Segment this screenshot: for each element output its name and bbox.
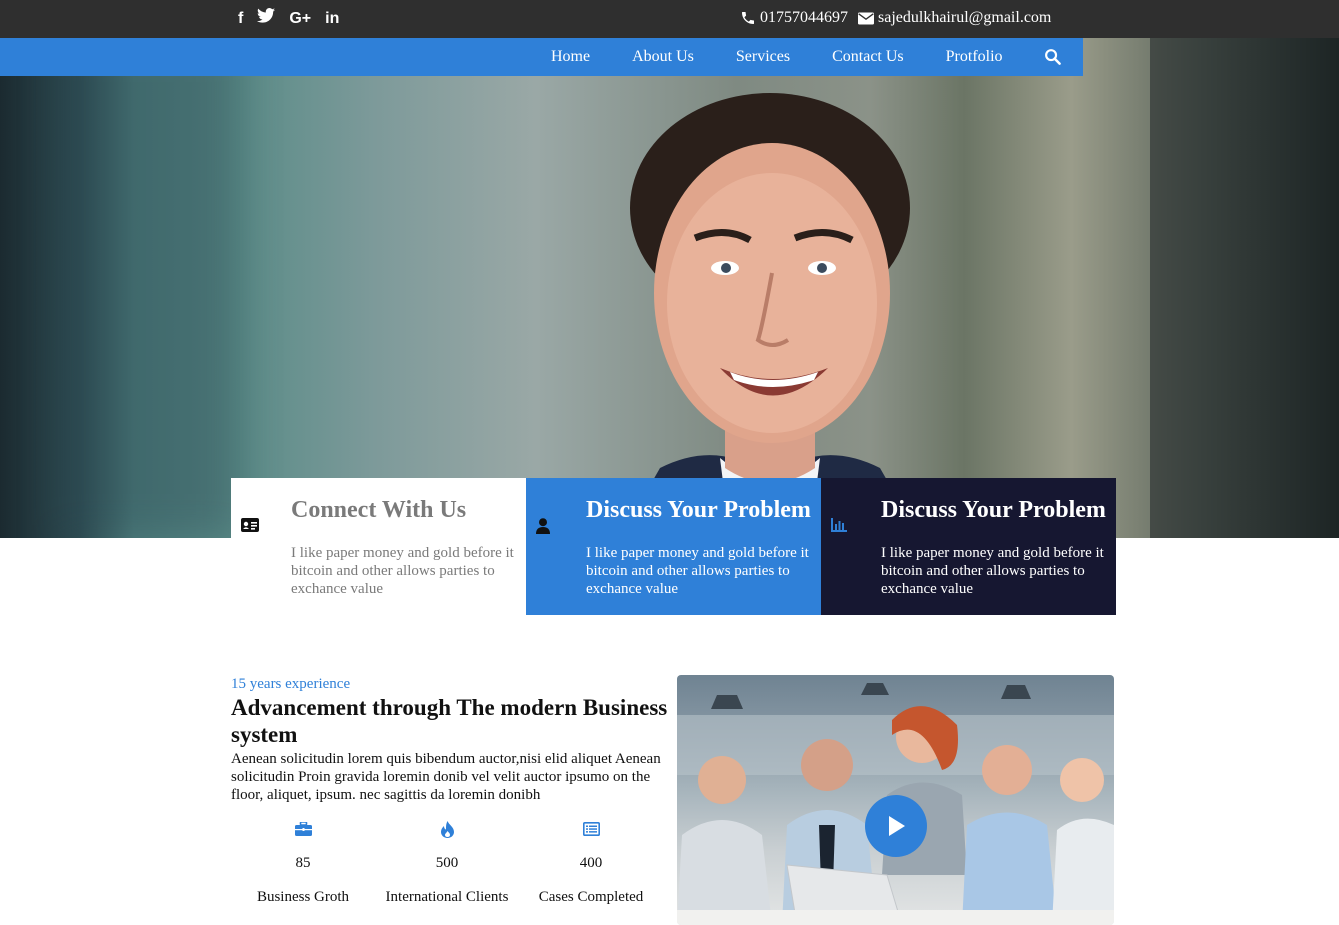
stat-label: International Clients: [385, 889, 509, 905]
feature-title: Discuss Your Problem: [881, 497, 1106, 523]
social-links: f G+ in: [238, 8, 339, 29]
stat-cases-completed: 400 Cases Completed: [519, 818, 663, 906]
feature-title: Connect With Us: [291, 497, 467, 523]
contact-info: 01757044697 sajedulkhairul@gmail.com: [740, 9, 1051, 27]
twitter-icon[interactable]: [257, 8, 276, 29]
top-bar: f G+ in 01757044697 sajedulkhairul@gmail…: [0, 0, 1339, 38]
nav-contact-us[interactable]: Contact Us: [811, 48, 925, 66]
stat-value: 400: [579, 855, 603, 871]
feature-text: I like paper money and gold before it bi…: [586, 545, 809, 597]
stat-label: Cases Completed: [538, 889, 644, 905]
nav-services[interactable]: Services: [715, 48, 811, 66]
google-plus-icon[interactable]: G+: [289, 9, 311, 29]
feature-box-connect[interactable]: Connect With Us I like paper money and g…: [231, 478, 526, 615]
play-icon: [889, 816, 905, 836]
email-item[interactable]: sajedulkhairul@gmail.com: [858, 9, 1051, 27]
feature-text: I like paper money and gold before it bi…: [881, 545, 1104, 597]
stat-value: 500: [435, 855, 459, 871]
email-address: sajedulkhairul@gmail.com: [878, 9, 1052, 26]
play-button[interactable]: [865, 795, 927, 857]
user-icon: [536, 518, 550, 534]
bar-chart-icon: [831, 518, 847, 532]
hero-banner: [0, 38, 1339, 538]
feature-box-discuss[interactable]: Discuss Your Problem I like paper money …: [526, 478, 821, 615]
video-thumbnail[interactable]: [677, 675, 1114, 925]
linkedin-icon[interactable]: in: [325, 9, 339, 29]
envelope-icon: [858, 12, 874, 24]
search-icon[interactable]: [1044, 48, 1061, 65]
nav-home[interactable]: Home: [530, 48, 611, 66]
list-icon: [582, 822, 600, 836]
stats-row: 85 Business Groth 500 International Clie…: [231, 818, 663, 906]
about-description: Aenean solicitudin lorem quis bibendum a…: [231, 751, 661, 803]
stat-business-growth: 85 Business Groth: [231, 818, 375, 906]
briefcase-icon: [294, 822, 312, 836]
about-section: 15 years experience Advancement through …: [231, 675, 671, 804]
nav-portfolio[interactable]: Protfolio: [925, 48, 1024, 66]
feature-title: Discuss Your Problem: [586, 497, 811, 523]
hero-person-image: [620, 93, 920, 538]
phone-number: 01757044697: [760, 9, 848, 26]
experience-kicker: 15 years experience: [231, 676, 351, 692]
phone-item[interactable]: 01757044697: [740, 9, 848, 27]
phone-icon: [742, 12, 754, 24]
id-card-icon: [241, 518, 259, 532]
nav-about-us[interactable]: About Us: [611, 48, 715, 66]
feature-box-discuss-2[interactable]: Discuss Your Problem I like paper money …: [821, 478, 1116, 615]
fire-icon: [440, 820, 454, 838]
stat-international-clients: 500 International Clients: [375, 818, 519, 906]
stat-value: 85: [295, 855, 311, 871]
feature-boxes: Connect With Us I like paper money and g…: [231, 478, 1116, 615]
feature-text: I like paper money and gold before it bi…: [291, 545, 514, 597]
stat-label: Business Groth: [256, 889, 350, 905]
main-nav: Home About Us Services Contact Us Protfo…: [0, 38, 1083, 76]
facebook-icon[interactable]: f: [238, 9, 243, 29]
about-title: Advancement through The modern Business …: [231, 695, 668, 747]
